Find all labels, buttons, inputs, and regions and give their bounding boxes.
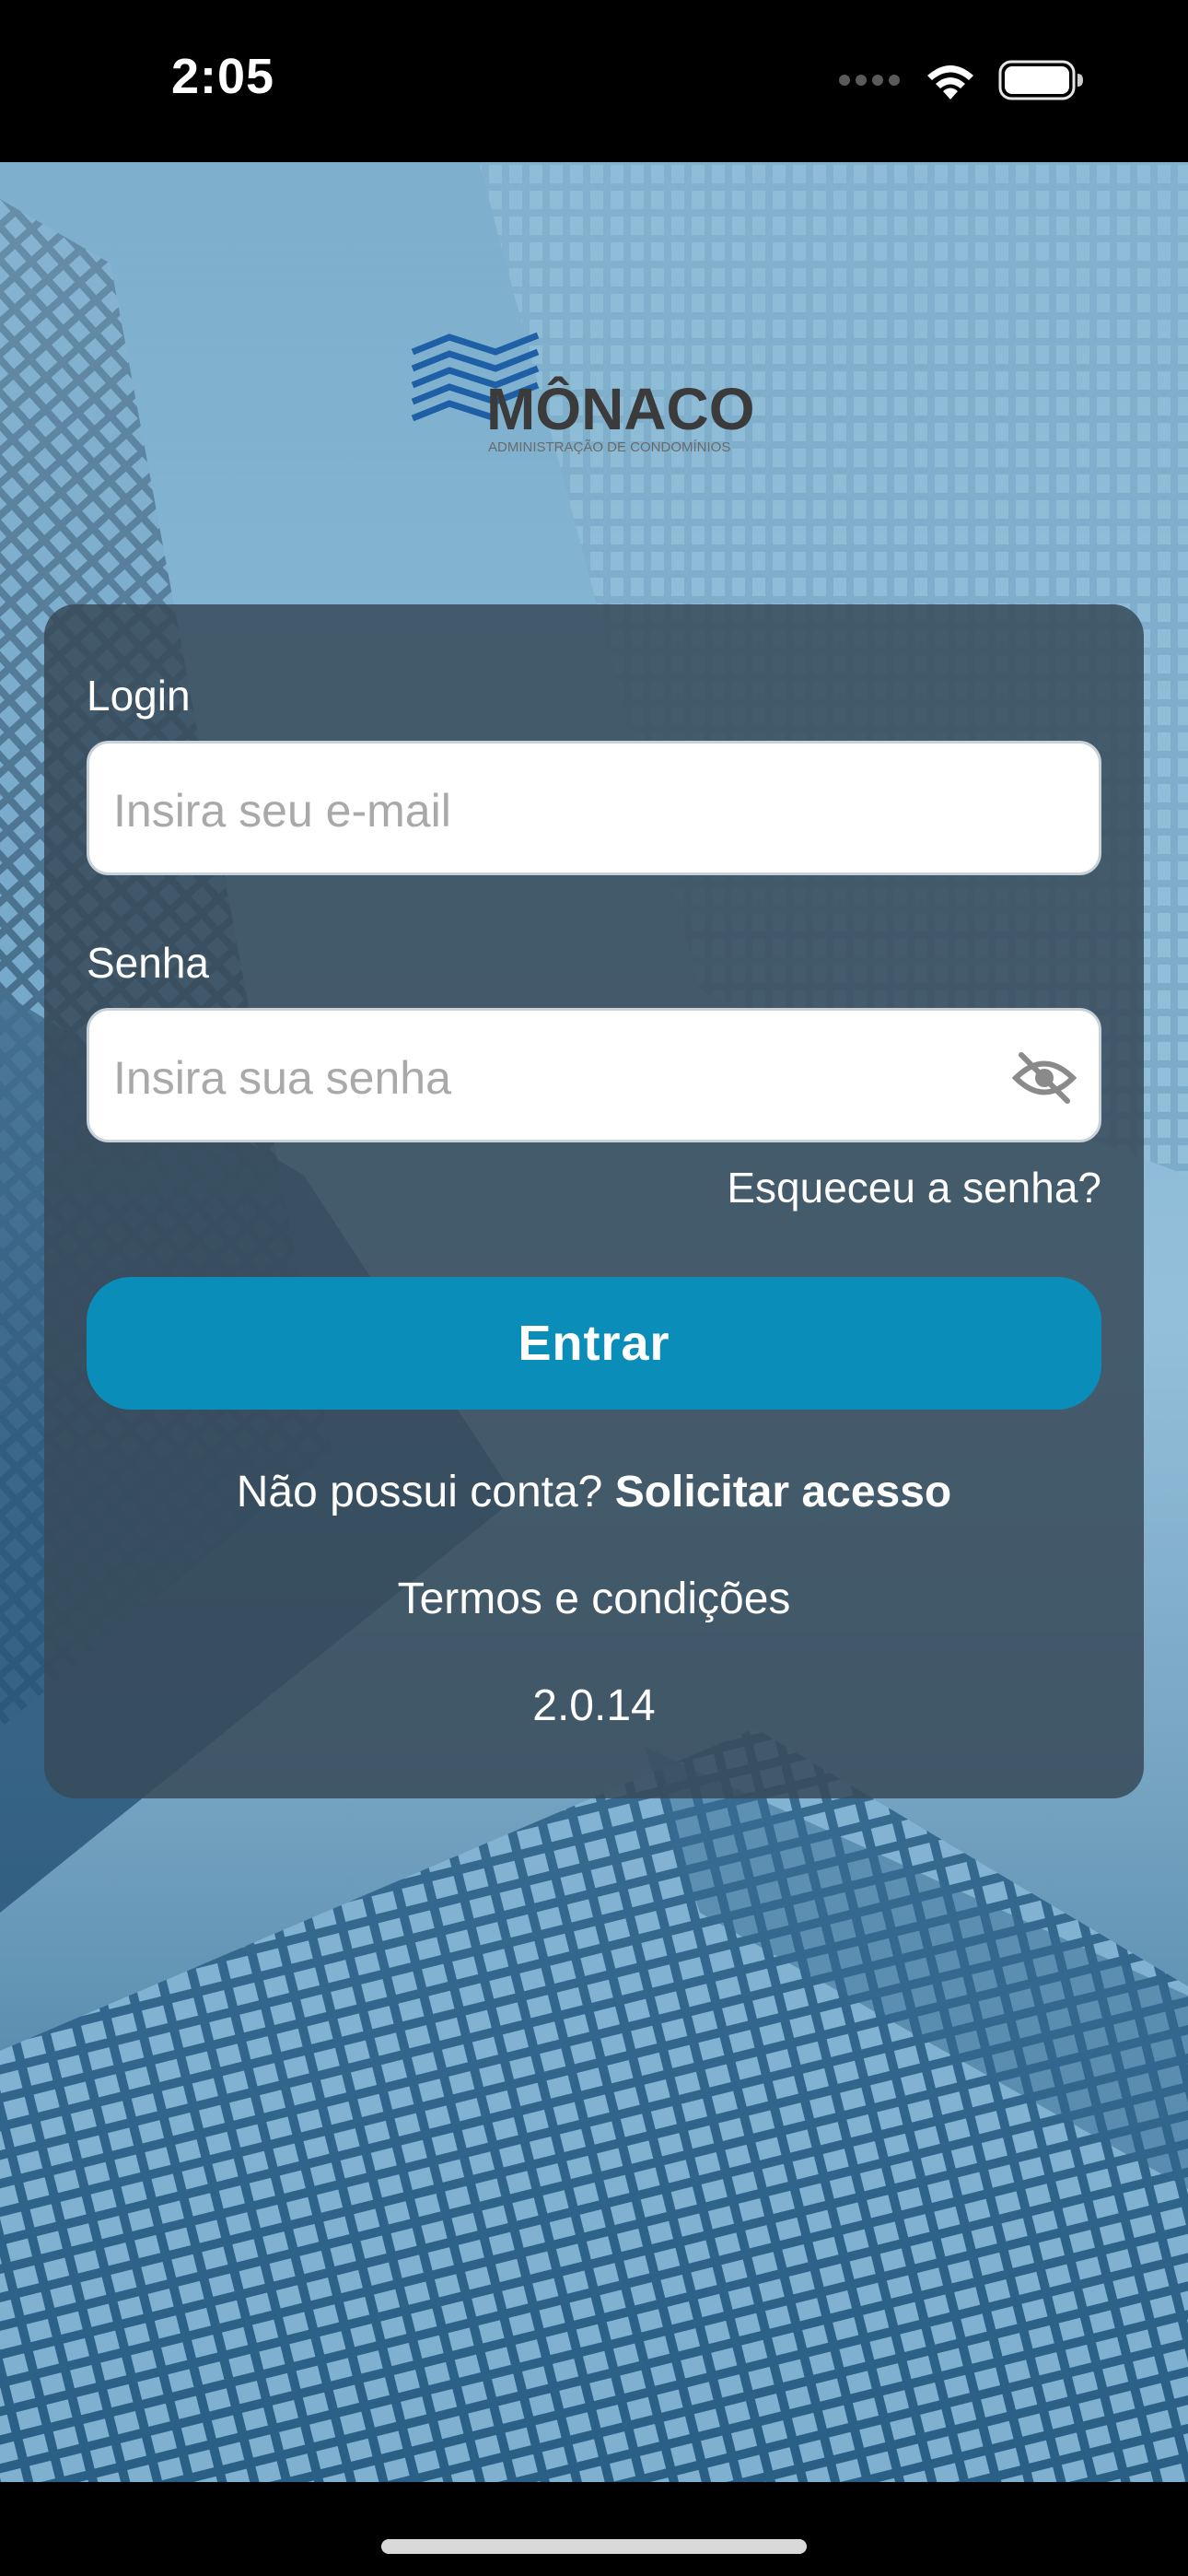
bottom-bar <box>0 2482 1188 2576</box>
wifi-icon <box>927 65 973 100</box>
terms-link[interactable]: Termos e condições <box>44 1574 1144 1624</box>
status-time: 2:05 <box>171 49 275 104</box>
home-indicator[interactable] <box>381 2539 807 2554</box>
eye-off-icon[interactable] <box>1011 1049 1077 1107</box>
battery-icon <box>998 60 1083 100</box>
app-version: 2.0.14 <box>532 1681 656 1730</box>
login-card: Login Insira seu e-mail Senha Insira sua… <box>44 604 1144 1798</box>
logo-wordmark: MÔNACO <box>486 375 755 442</box>
background-scene: MÔNACO ADMINISTRAÇÃO DE CONDOMÍNIOS Logi… <box>0 162 1188 2482</box>
enter-button-label: Entrar <box>518 1316 670 1371</box>
enter-button[interactable]: Entrar <box>87 1277 1101 1410</box>
password-placeholder: Insira sua senha <box>113 1052 451 1104</box>
email-field[interactable]: Insira seu e-mail <box>87 741 1101 875</box>
logo-tagline: ADMINISTRAÇÃO DE CONDOMÍNIOS <box>488 439 730 455</box>
monaco-logo: MÔNACO ADMINISTRAÇÃO DE CONDOMÍNIOS <box>411 317 779 455</box>
password-label: Senha <box>87 939 210 987</box>
signal-dots-icon <box>839 75 900 86</box>
login-label: Login <box>87 672 191 720</box>
status-icons <box>838 57 1085 103</box>
password-field[interactable]: Insira sua senha <box>87 1008 1101 1142</box>
email-placeholder: Insira seu e-mail <box>113 785 451 837</box>
forgot-password-link[interactable]: Esqueceu a senha? <box>727 1163 1101 1212</box>
status-bar: 2:05 <box>0 0 1188 162</box>
signup-line: Não possui conta? Solicitar acesso <box>44 1467 1144 1517</box>
request-access-link[interactable]: Solicitar acesso <box>615 1468 952 1516</box>
no-account-text: Não possui conta? <box>236 1468 603 1516</box>
